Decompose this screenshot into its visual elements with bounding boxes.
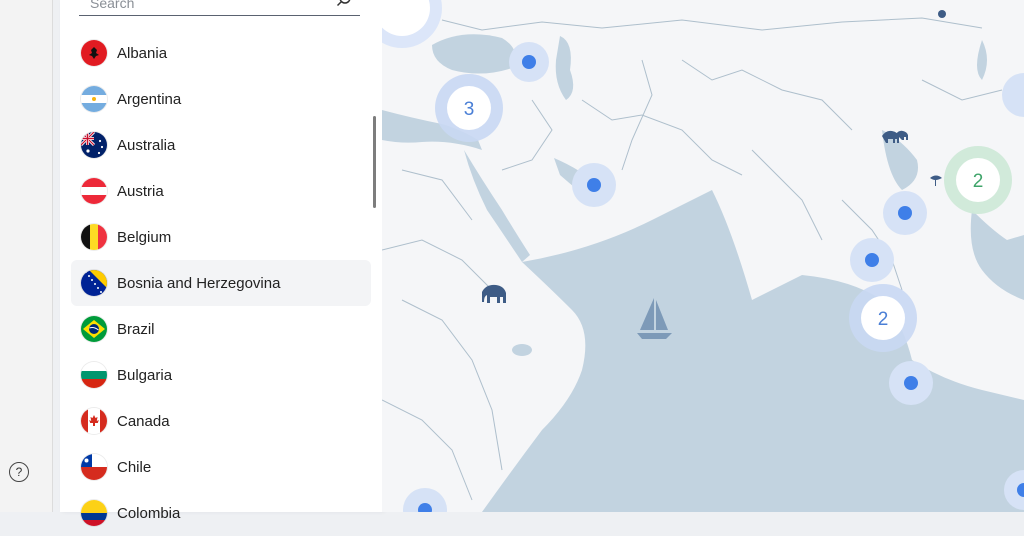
search-icon[interactable] bbox=[336, 0, 352, 8]
country-item-bosnia-and-herzegovina[interactable]: Bosnia and Herzegovina bbox=[71, 260, 371, 306]
country-name: Austria bbox=[117, 182, 164, 200]
marker-caucasus[interactable] bbox=[509, 42, 549, 82]
country-name: Colombia bbox=[117, 504, 181, 522]
marker-china-east[interactable] bbox=[883, 191, 927, 235]
cluster-count: 3 bbox=[464, 99, 475, 120]
marker-gulf[interactable] bbox=[572, 163, 616, 207]
marker-indonesia[interactable] bbox=[889, 361, 933, 405]
colombia-flag-icon bbox=[81, 500, 107, 526]
brazil-flag-icon bbox=[81, 316, 107, 342]
country-list: Albania Argentina Australia Austria Belg… bbox=[71, 30, 371, 536]
country-name: Belgium bbox=[117, 228, 172, 246]
country-item-bulgaria[interactable]: Bulgaria bbox=[71, 352, 371, 398]
country-name: Bulgaria bbox=[117, 366, 173, 384]
country-name: Brazil bbox=[117, 320, 155, 338]
belgium-flag-icon bbox=[81, 224, 107, 250]
albania-flag-icon bbox=[81, 40, 107, 66]
country-item-austria[interactable]: Austria bbox=[71, 168, 371, 214]
left-nav-rail: ? bbox=[0, 0, 53, 512]
world-map[interactable]: 3 2 2 bbox=[382, 0, 1024, 512]
country-item-belgium[interactable]: Belgium bbox=[71, 214, 371, 260]
country-list-panel: Albania Argentina Australia Austria Belg… bbox=[60, 0, 383, 526]
country-item-australia[interactable]: Australia bbox=[71, 122, 371, 168]
country-name: Albania bbox=[117, 44, 168, 62]
country-item-argentina[interactable]: Argentina bbox=[71, 76, 371, 122]
country-item-canada[interactable]: Canada bbox=[71, 398, 371, 444]
marker-indochina[interactable] bbox=[850, 238, 894, 282]
argentina-flag-icon bbox=[81, 86, 107, 112]
country-item-chile[interactable]: Chile bbox=[71, 444, 371, 490]
canada-flag-icon bbox=[81, 408, 107, 434]
cluster-count: 2 bbox=[878, 309, 889, 330]
australia-flag-icon bbox=[81, 132, 107, 158]
cluster-marker-southeast-asia[interactable]: 2 bbox=[849, 284, 917, 352]
austria-flag-icon bbox=[81, 178, 107, 204]
country-item-albania[interactable]: Albania bbox=[71, 30, 371, 76]
bulgaria-flag-icon bbox=[81, 362, 107, 388]
country-name: Chile bbox=[117, 458, 152, 476]
country-item-colombia[interactable]: Colombia bbox=[71, 490, 371, 536]
search-field[interactable] bbox=[79, 0, 360, 16]
cluster-marker-east-asia[interactable]: 2 bbox=[944, 146, 1012, 214]
chile-flag-icon bbox=[81, 454, 107, 480]
list-scrollbar[interactable] bbox=[373, 116, 376, 208]
help-glyph: ? bbox=[15, 465, 23, 479]
country-name: Australia bbox=[117, 136, 176, 154]
country-name: Argentina bbox=[117, 90, 182, 108]
bosnia-flag-icon bbox=[81, 270, 107, 296]
country-name: Bosnia and Herzegovina bbox=[117, 274, 281, 292]
landmark-dot-icon bbox=[938, 10, 946, 18]
country-name: Canada bbox=[117, 412, 170, 430]
help-circle-icon[interactable]: ? bbox=[9, 462, 29, 482]
country-item-brazil[interactable]: Brazil bbox=[71, 306, 371, 352]
search-input[interactable] bbox=[88, 0, 322, 12]
cluster-count: 2 bbox=[973, 171, 984, 192]
cluster-marker-turkey[interactable]: 3 bbox=[435, 74, 503, 142]
